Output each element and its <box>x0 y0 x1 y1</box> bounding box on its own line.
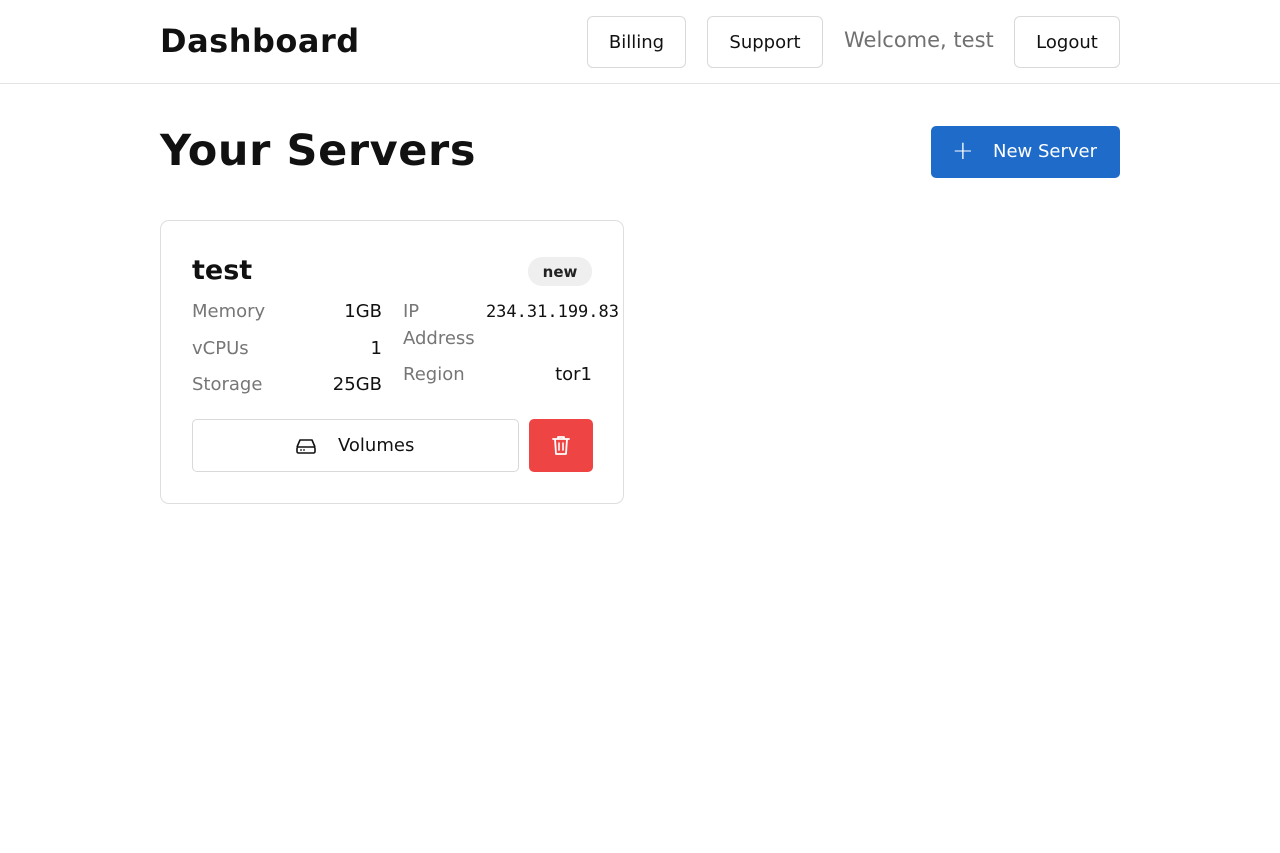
new-server-label: New Server <box>993 141 1098 162</box>
ip-value: 234.31.199.83 <box>485 302 619 322</box>
plus-icon: + <box>952 136 974 166</box>
volumes-label: Volumes <box>338 435 415 456</box>
ip-label-line2: Address <box>403 328 475 349</box>
ip-label-line1: IP <box>403 301 420 322</box>
page: Dashboard Billing Support Welcome, test … <box>0 0 1280 853</box>
memory-label: Memory <box>192 301 266 322</box>
top-navbar: Dashboard Billing Support Welcome, test … <box>0 0 1280 84</box>
vcpus-label: vCPUs <box>192 338 249 359</box>
hard-drive-icon <box>295 436 317 456</box>
memory-value: 1GB <box>344 301 382 322</box>
page-title: Your Servers <box>160 126 477 176</box>
delete-server-button[interactable] <box>529 419 593 472</box>
server-name: test <box>192 255 253 286</box>
storage-value: 25GB <box>332 374 382 395</box>
support-button[interactable]: Support <box>707 16 823 68</box>
logout-button[interactable]: Logout <box>1014 16 1120 68</box>
status-badge: new <box>528 257 592 286</box>
app-title: Dashboard <box>160 22 360 60</box>
region-value: tor1 <box>555 364 592 385</box>
welcome-text: Welcome, test <box>844 28 994 52</box>
vcpus-value: 1 <box>370 338 382 359</box>
new-server-button[interactable]: + New Server <box>931 126 1120 178</box>
region-label: Region <box>403 364 465 385</box>
billing-button[interactable]: Billing <box>587 16 686 68</box>
volumes-button[interactable]: Volumes <box>192 419 519 472</box>
storage-label: Storage <box>192 374 263 395</box>
server-card: test new Memory 1GB vCPUs 1 Storage 25GB… <box>160 220 624 504</box>
trash-icon <box>551 434 571 456</box>
